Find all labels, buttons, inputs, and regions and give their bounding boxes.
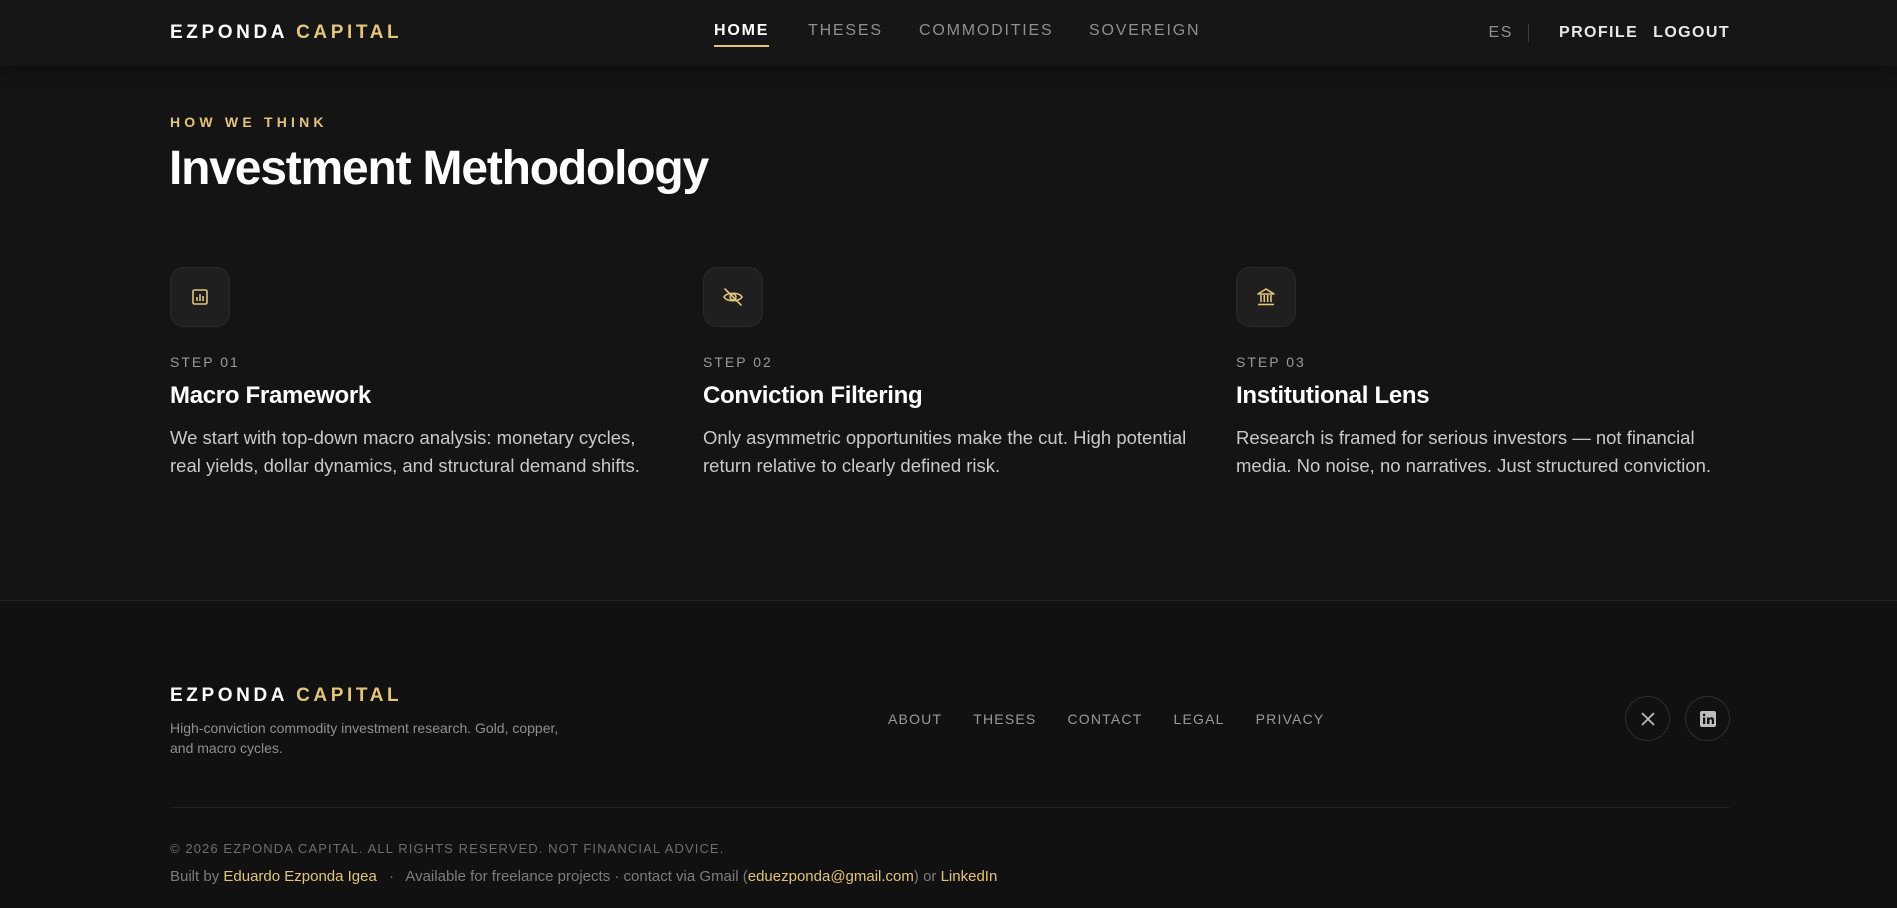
- step-title: Conviction Filtering: [703, 382, 923, 409]
- footer-link-legal[interactable]: LEGAL: [1173, 711, 1224, 727]
- footer-link-privacy[interactable]: PRIVACY: [1256, 711, 1325, 727]
- email-link[interactable]: eduezponda@gmail.com: [748, 868, 914, 885]
- bar-chart-icon: [192, 289, 208, 305]
- or-text: ) or: [913, 868, 937, 885]
- built-by-label: Built by: [170, 868, 220, 885]
- author-link[interactable]: Eduardo Ezponda Igea: [223, 868, 376, 885]
- footer-nav: ABOUT THESES CONTACT LEGAL PRIVACY: [888, 711, 1355, 727]
- page: EZPONDA CAPITAL HOME THESES COMMODITIES S…: [0, 0, 1897, 908]
- step-icon-box: [170, 267, 230, 327]
- step-icon-box: [703, 267, 763, 327]
- section-eyebrow: HOW WE THINK: [170, 114, 328, 130]
- footer-link-theses[interactable]: THESES: [973, 711, 1036, 727]
- site-footer: EZPONDA CAPITAL High-conviction commodity…: [0, 600, 1897, 908]
- x-social-button[interactable]: [1625, 696, 1670, 741]
- footer-logo-primary: EZPONDA: [170, 685, 289, 706]
- logo-primary: EZPONDA: [170, 22, 289, 43]
- logout-link[interactable]: LOGOUT: [1653, 24, 1730, 42]
- step-card-2: STEP 02 Conviction Filtering Only asymme…: [703, 267, 1203, 480]
- footer-logo-accent: CAPITAL: [296, 685, 403, 706]
- step-card-1: STEP 01 Macro Framework We start with to…: [170, 267, 670, 480]
- footer-logo[interactable]: EZPONDA CAPITAL: [170, 685, 402, 707]
- nav-theses[interactable]: THESES: [808, 22, 883, 40]
- header-actions: ES PROFILE LOGOUT: [1488, 23, 1730, 43]
- step-description: Research is framed for serious investors…: [1236, 427, 1712, 476]
- profile-link[interactable]: PROFILE: [1559, 24, 1638, 42]
- footer-link-about[interactable]: ABOUT: [888, 711, 942, 727]
- nav-commodities[interactable]: COMMODITIES: [919, 22, 1053, 40]
- credits-separator: ·: [389, 868, 395, 885]
- copyright-text: © 2026 EZPONDA CAPITAL. ALL RIGHTS RESER…: [170, 841, 725, 856]
- step-icon-box: [1236, 267, 1296, 327]
- bank-icon: [1257, 288, 1275, 306]
- page-title: Investment Methodology: [169, 142, 709, 195]
- top-navbar: EZPONDA CAPITAL HOME THESES COMMODITIES S…: [0, 0, 1897, 66]
- step-description: We start with top-down macro analysis: m…: [170, 427, 640, 476]
- footer-tagline: High-conviction commodity investment res…: [170, 720, 559, 756]
- footer-link-contact[interactable]: CONTACT: [1067, 711, 1142, 727]
- availability-text: Available for freelance projects · conta…: [405, 868, 748, 885]
- step-description: Only asymmetric opportunities make the c…: [703, 427, 1187, 476]
- nav-sovereign[interactable]: SOVEREIGN: [1089, 22, 1200, 40]
- step-title: Institutional Lens: [1236, 382, 1430, 409]
- step-number: STEP 01: [170, 354, 240, 370]
- step-number: STEP 03: [1236, 354, 1306, 370]
- linkedin-social-button[interactable]: [1685, 696, 1730, 741]
- logo-accent: CAPITAL: [296, 22, 403, 43]
- linkedin-icon: [1699, 710, 1716, 727]
- language-switch[interactable]: ES: [1488, 24, 1530, 42]
- x-icon: [1641, 712, 1654, 725]
- eye-off-icon: [723, 288, 743, 306]
- nav-home[interactable]: HOME: [714, 22, 770, 47]
- step-card-3: STEP 03 Institutional Lens Research is f…: [1236, 267, 1736, 480]
- brand-logo[interactable]: EZPONDA CAPITAL: [170, 22, 402, 44]
- step-number: STEP 02: [703, 354, 773, 370]
- step-title: Macro Framework: [170, 382, 371, 409]
- credits-line: Built by Eduardo Ezponda Igea · Availabl…: [170, 868, 997, 885]
- linkedin-link[interactable]: LinkedIn: [941, 868, 998, 885]
- footer-divider: [170, 807, 1730, 808]
